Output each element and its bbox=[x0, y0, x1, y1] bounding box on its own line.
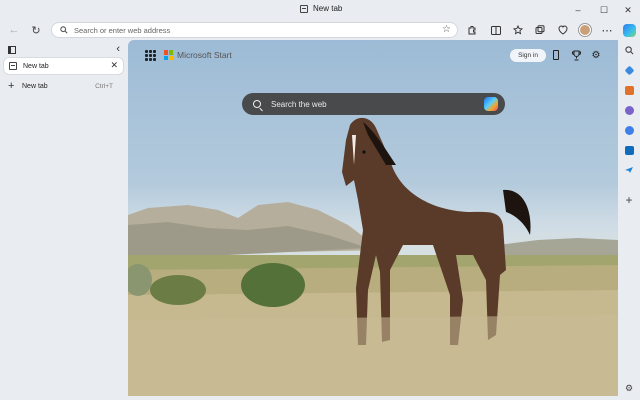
plus-icon: + bbox=[8, 80, 15, 92]
apps-launcher-icon[interactable] bbox=[145, 50, 156, 61]
maximize-button[interactable]: ☐ bbox=[592, 0, 616, 20]
collections-icon[interactable] bbox=[533, 23, 547, 37]
web-search-box[interactable]: Search the web bbox=[242, 93, 505, 115]
rewards-trophy-icon[interactable] bbox=[569, 48, 583, 62]
page-settings-gear-icon[interactable]: ⚙ bbox=[589, 48, 603, 62]
new-tab-label: New tab bbox=[22, 82, 48, 90]
window-title: New tab bbox=[300, 4, 342, 13]
favorites-icon[interactable] bbox=[511, 23, 525, 37]
copilot-button[interactable] bbox=[622, 23, 636, 37]
phone-icon[interactable] bbox=[549, 48, 563, 62]
tools-briefcase-icon[interactable] bbox=[623, 84, 635, 96]
tab-label: New tab bbox=[23, 62, 49, 70]
new-tab-page: Microsoft Start Sign in ⚙ Search the web bbox=[128, 40, 618, 396]
title-bar: New tab – ☐ ✕ bbox=[0, 0, 640, 20]
minimize-button[interactable]: – bbox=[566, 0, 590, 20]
vertical-tabs-header: ‹ bbox=[6, 43, 122, 58]
address-placeholder: Search or enter web address bbox=[74, 25, 171, 35]
back-button[interactable]: ← bbox=[6, 22, 22, 38]
games-icon[interactable] bbox=[623, 104, 635, 116]
browser-toolbar: ← ↻ Search or enter web address ☆ ⋯ bbox=[0, 20, 640, 40]
address-bar[interactable]: Search or enter web address ☆ bbox=[51, 22, 458, 38]
vertical-tabs-panel: ‹ New tab ✕ + New tab Ctrl+T bbox=[0, 40, 128, 400]
sign-in-button[interactable]: Sign in bbox=[510, 49, 546, 62]
settings-and-more-button[interactable]: ⋯ bbox=[600, 23, 614, 37]
brand-name[interactable]: Microsoft Start bbox=[177, 50, 232, 60]
edge-sidebar: + ⚙ bbox=[618, 40, 640, 400]
refresh-button[interactable]: ↻ bbox=[28, 22, 44, 38]
sidebar-search-icon[interactable] bbox=[623, 44, 635, 56]
close-window-button[interactable]: ✕ bbox=[616, 0, 640, 20]
profile-button[interactable] bbox=[578, 23, 592, 37]
sidebar-settings-icon[interactable]: ⚙ bbox=[623, 382, 635, 394]
tab-actions-icon[interactable] bbox=[8, 46, 16, 54]
new-tab-shortcut: Ctrl+T bbox=[95, 82, 113, 90]
tab-icon bbox=[9, 62, 17, 70]
shopping-tag-icon[interactable] bbox=[623, 64, 635, 76]
drop-icon[interactable] bbox=[623, 164, 635, 176]
copilot-icon[interactable] bbox=[484, 97, 498, 111]
close-tab-button[interactable]: ✕ bbox=[110, 60, 118, 71]
collapse-pane-button[interactable]: ‹ bbox=[116, 43, 120, 55]
search-icon bbox=[253, 100, 261, 108]
new-tab-button[interactable]: + New tab Ctrl+T bbox=[8, 80, 120, 92]
copilot-icon bbox=[622, 23, 636, 37]
avatar bbox=[579, 24, 591, 36]
tab-icon bbox=[300, 4, 308, 13]
microsoft-logo-icon bbox=[164, 50, 174, 60]
customize-sidebar-add-icon[interactable]: + bbox=[623, 193, 635, 207]
split-screen-icon[interactable] bbox=[489, 23, 503, 37]
search-icon bbox=[60, 21, 68, 39]
favorite-star-icon[interactable]: ☆ bbox=[442, 24, 451, 35]
tab-new-tab[interactable]: New tab ✕ bbox=[4, 58, 123, 74]
extensions-icon[interactable] bbox=[465, 23, 479, 37]
outlook-icon[interactable] bbox=[623, 144, 635, 156]
browser-essentials-icon[interactable] bbox=[556, 23, 570, 37]
web-search-placeholder: Search the web bbox=[271, 99, 327, 109]
window-title-text: New tab bbox=[313, 4, 343, 13]
microsoft-365-icon[interactable] bbox=[623, 124, 635, 136]
